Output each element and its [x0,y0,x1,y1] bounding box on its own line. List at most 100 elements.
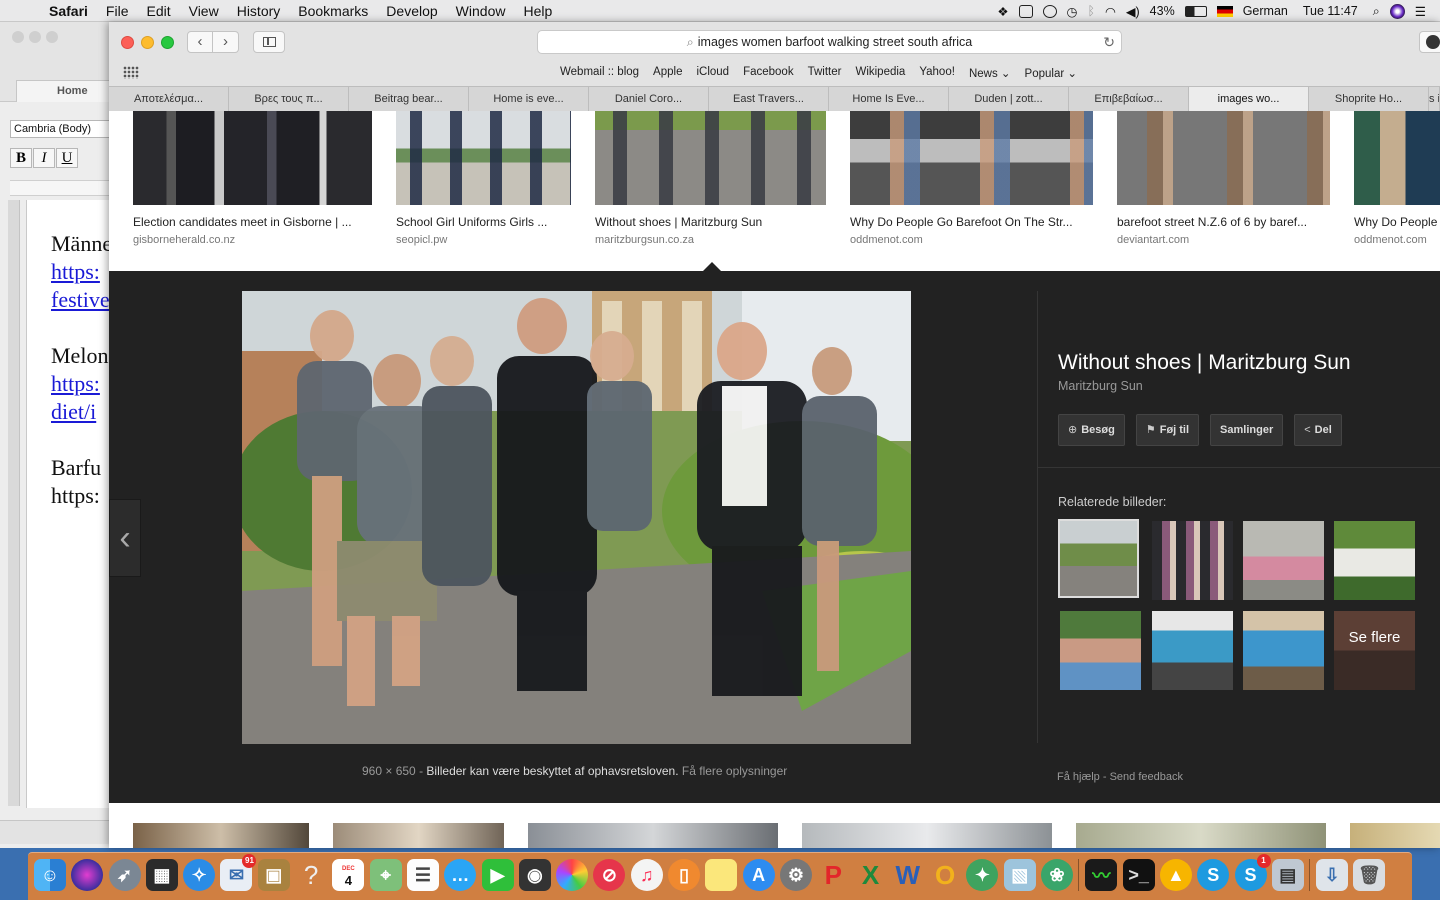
bold-button[interactable]: B [10,148,32,168]
result-thumbnail[interactable]: barefoot street N.Z.6 of 6 by baref... d… [1117,111,1330,246]
favorite-link[interactable]: iCloud [696,66,729,80]
photo-booth-icon[interactable]: ◉ [518,859,551,891]
result-image[interactable] [133,111,372,205]
browser-tab[interactable]: Beitrag bear... [349,87,469,112]
browser-tab[interactable]: Αποτελέσμα... [109,87,229,112]
result-image[interactable] [333,823,504,848]
browser-tab[interactable]: Επιβεβαίωσ... [1069,87,1189,112]
skype-icon[interactable]: S [1197,859,1230,891]
underline-button[interactable]: U [56,148,78,168]
notification-center-icon[interactable]: ☰ [1415,4,1426,19]
minimize-window-button[interactable] [141,36,154,49]
document-page[interactable]: Männe https: festive Melon https: diet/i… [26,200,120,808]
browser-tab[interactable]: Duden | zott... [949,87,1069,112]
save-button[interactable]: ⚑ Føj til [1135,414,1200,446]
favorite-link[interactable]: Facebook [743,66,794,80]
browser-tab-active[interactable]: images wo... [1189,87,1309,112]
powerpoint-icon[interactable]: P [817,859,849,891]
share-button[interactable]: < Del [1294,414,1342,446]
menu-help[interactable]: Help [514,3,561,19]
favorite-link[interactable]: Webmail :: blog [560,66,639,80]
siri-icon[interactable] [1389,3,1405,19]
menu-develop[interactable]: Develop [377,3,446,19]
checkbox-status-icon[interactable] [1018,4,1033,18]
result-image[interactable] [1354,111,1440,205]
word-icon[interactable]: W [892,859,924,891]
forward-button[interactable]: › [213,31,239,53]
network-icon[interactable]: ✦ [966,859,999,891]
collections-button[interactable]: Samlinger [1210,414,1284,446]
image-site[interactable]: Maritzburg Sun [1058,379,1438,393]
result-thumbnail[interactable]: Why Do People Go Barefoot On The Str... … [850,111,1093,246]
previous-image-button[interactable]: ‹ [109,499,141,577]
wifi-icon[interactable]: ◠ [1105,4,1116,19]
time-machine-icon[interactable]: ◷ [1067,4,1078,19]
app-store-icon[interactable]: A [742,859,775,891]
font-name-field[interactable]: Cambria (Body) [10,120,110,138]
related-image[interactable] [1060,611,1141,690]
battery-percent[interactable]: 43% [1150,4,1175,18]
result-image[interactable] [528,823,778,848]
result-image[interactable] [396,111,571,205]
downloads-button[interactable] [1419,31,1440,53]
preview-icon[interactable]: ▧ [1003,859,1036,891]
menu-edit[interactable]: Edit [137,3,179,19]
related-image[interactable] [1243,611,1324,690]
favorite-link[interactable]: Apple [653,66,682,80]
favorite-link[interactable]: Twitter [808,66,842,80]
books-icon[interactable]: ▯ [668,859,701,891]
result-thumbnail[interactable]: Without shoes | Maritzburg Sun maritzbur… [595,111,826,246]
menu-history[interactable]: History [228,3,290,19]
help-link[interactable]: Få hjælp [1057,771,1100,783]
outlook-icon[interactable]: O [929,859,961,891]
screenshot-icon[interactable]: ▤ [1271,859,1304,891]
result-image[interactable] [850,111,1093,205]
input-source[interactable]: German [1243,4,1288,18]
dropbox-icon[interactable]: ❖ [997,4,1008,19]
downloads-stack-icon[interactable]: ⇩ [1316,859,1349,891]
spotlight-search-icon[interactable]: ⌕ [1373,4,1380,19]
clock[interactable]: Tue 11:47 [1303,4,1358,18]
result-image[interactable] [802,823,1052,848]
launchpad-icon[interactable]: ➶ [108,859,141,891]
result-image[interactable] [1350,823,1440,848]
more-info-link[interactable]: Få flere oplysninger [682,764,787,778]
favorite-link[interactable]: Yahoo! [919,66,955,80]
close-window-button[interactable] [121,36,134,49]
result-thumbnail[interactable]: School Girl Uniforms Girls ... seopicl.p… [396,111,571,246]
related-image[interactable] [1152,521,1233,600]
menu-window[interactable]: Window [447,3,515,19]
facetime-icon[interactable]: ▶ [481,859,514,891]
battery-icon[interactable] [1184,5,1207,17]
browser-tab[interactable]: Home Is Eve... [829,87,949,112]
related-image-selected[interactable] [1058,519,1139,598]
browser-tab[interactable]: Home is eve... [469,87,589,112]
reminders-icon[interactable]: ☰ [406,859,439,891]
result-caption[interactable]: barefoot street N.Z.6 of 6 by baref... [1117,215,1330,229]
result-caption[interactable]: Why Do People [1354,215,1440,229]
result-image[interactable] [1076,823,1326,848]
browser-tab[interactable]: Shoprite Ho... [1309,87,1429,112]
german-flag-icon[interactable] [1216,5,1233,17]
related-image[interactable] [1334,521,1415,600]
terminal-icon[interactable]: >_ [1122,859,1155,891]
siri-icon[interactable] [71,859,104,891]
result-caption[interactable]: Why Do People Go Barefoot On The Str... [850,215,1093,229]
result-image[interactable] [133,823,309,848]
system-preferences-icon[interactable]: ⚙ [779,859,812,891]
favorite-link[interactable]: Wikipedia [855,66,905,80]
sidebar-toggle-button[interactable] [253,31,285,53]
related-image[interactable] [1243,521,1324,600]
browser-tab[interactable]: s inv [1429,87,1440,112]
favorite-folder[interactable]: Popular ⌄ [1025,66,1077,80]
result-image[interactable] [595,111,826,205]
photos-icon[interactable] [556,859,589,891]
visit-button[interactable]: ⊕ Besøg [1058,414,1125,446]
mail-icon[interactable]: ✉ 91 [220,854,257,891]
result-thumbnail[interactable]: Why Do People oddmenot.com [1354,111,1440,246]
circle-status-icon[interactable] [1042,4,1057,18]
feedback-link[interactable]: Send feedback [1110,771,1183,783]
word-home-tab[interactable]: Home [16,80,110,102]
see-more-related-button[interactable]: Se flere [1334,611,1415,690]
result-thumbnail[interactable]: Election candidates meet in Gisborne | .… [133,111,372,246]
